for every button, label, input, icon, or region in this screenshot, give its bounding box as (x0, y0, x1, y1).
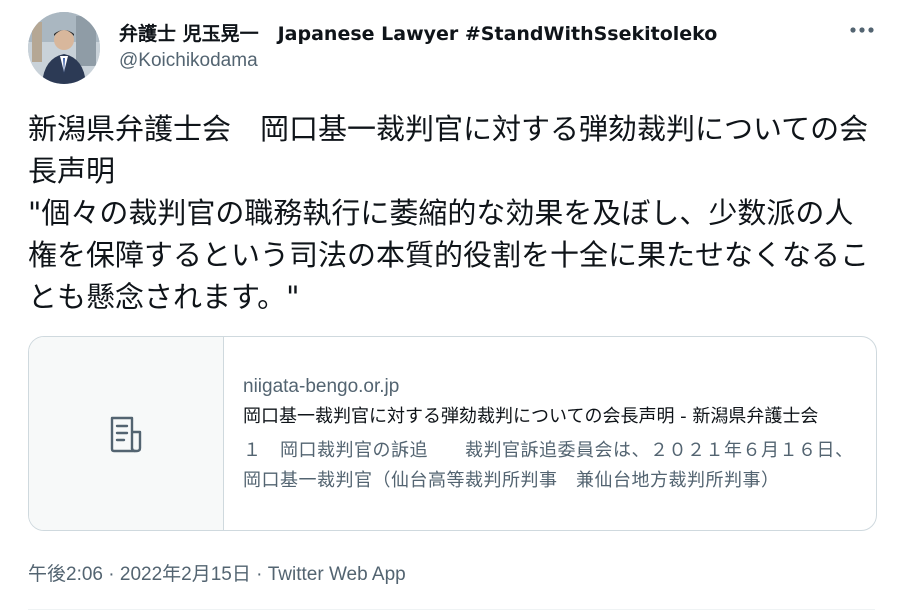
link-card[interactable]: niigata-bengo.or.jp 岡口基一裁判官に対する弾劾裁判についての… (28, 336, 877, 531)
avatar-photo (28, 12, 100, 84)
tweet-date[interactable]: 2022年2月15日 (120, 564, 251, 585)
meta-separator: · (108, 564, 115, 585)
author-display-name[interactable]: 弁護士 児玉晃一 Japanese Lawyer #StandWithSseki… (119, 23, 717, 45)
tweet-source[interactable]: Twitter Web App (268, 564, 406, 585)
tweet-meta: 午後2:06 · 2022年2月15日 · Twitter Web App (28, 559, 406, 586)
link-card-body[interactable]: niigata-bengo.or.jp 岡口基一裁判官に対する弾劾裁判についての… (243, 375, 858, 496)
meta-separator: · (256, 564, 263, 585)
divider (28, 609, 875, 610)
author-name-row[interactable]: 弁護士 児玉晃一 Japanese Lawyer #StandWithSseki… (119, 19, 717, 46)
tweet-text: 新潟県弁護士会 岡口基一裁判官に対する弾劾裁判についての会長声明 "個々の裁判官… (28, 112, 870, 314)
link-card-description: １ 岡口裁判官の訴追 裁判官訴追委員会は、２０２１年６月１６日、岡口基一裁判官（… (243, 440, 854, 491)
avatar[interactable] (28, 12, 100, 84)
tweet-timestamp[interactable]: 午後2:06 (28, 564, 103, 585)
link-card-title: 岡口基一裁判官に対する弾劾裁判についての会長声明 - 新潟県弁護士会 (243, 406, 819, 427)
link-card-thumbnail (29, 337, 224, 530)
more-options-button[interactable] (848, 16, 876, 44)
author-handle[interactable]: @Koichikodama (119, 50, 258, 72)
link-card-domain: niigata-bengo.or.jp (243, 376, 400, 397)
document-icon (110, 416, 142, 452)
more-icon (850, 27, 874, 33)
